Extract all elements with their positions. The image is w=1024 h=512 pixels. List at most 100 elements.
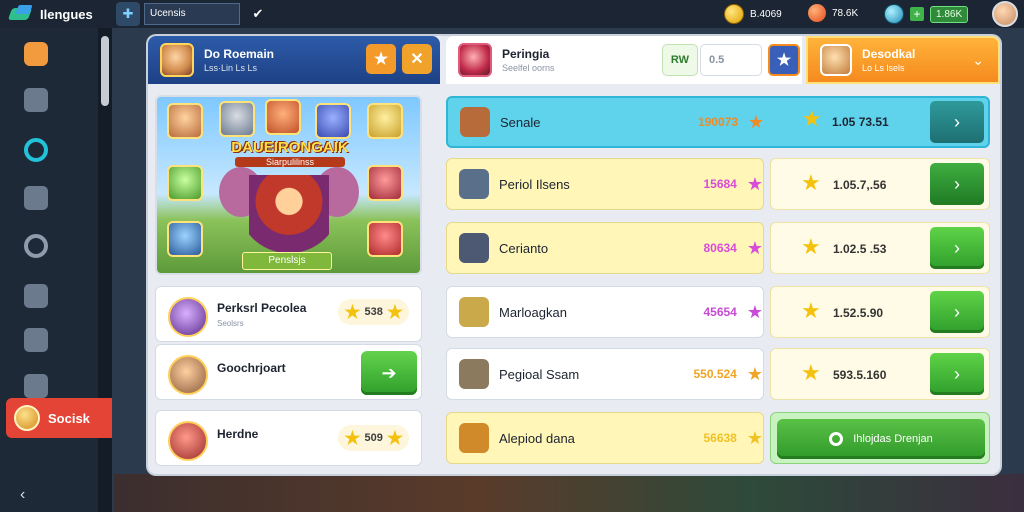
row-name: Marloagkan	[499, 304, 567, 320]
coin-icon	[724, 4, 744, 24]
user-avatar[interactable]	[992, 1, 1018, 27]
puzzle-tab-icon[interactable]: ✚	[116, 2, 140, 26]
shop-icon[interactable]	[22, 184, 50, 212]
chevron-down-icon[interactable]: ⌄	[972, 52, 984, 69]
gem-value: 78.6K	[832, 7, 859, 19]
avatar	[168, 355, 208, 395]
claim-all-button[interactable]: Ihlojdas Drenjan	[777, 419, 985, 459]
hero-face	[367, 221, 403, 257]
gear-icon[interactable]	[22, 372, 50, 400]
star-icon: ★	[748, 111, 765, 132]
go-arrow-button[interactable]: ›	[930, 353, 984, 395]
event-banner[interactable]: DAUEIRONGAIK Siarpulilinss Penslsjs	[155, 95, 422, 275]
star-icon: ★	[344, 428, 361, 448]
right-header-title: Peringia	[502, 47, 550, 61]
row-name: Senale	[500, 114, 541, 130]
star-icon: ★	[386, 302, 403, 322]
tab-avatar	[820, 44, 852, 76]
reward-star-icon: ★	[801, 234, 821, 259]
table-row[interactable]: Pegioal Ssam 550.524 ★	[446, 348, 764, 400]
reward-box: ★ 1.05.7,.56 ›	[770, 158, 990, 210]
add-orb-button[interactable]: +	[910, 7, 924, 21]
sidebar-scrollbar[interactable]	[98, 28, 112, 512]
reward-star-icon: ★	[801, 170, 821, 195]
favorite-star-icon[interactable]: ★	[768, 44, 800, 76]
list-item[interactable]: Herdne ★ 509 ★	[155, 410, 422, 466]
sidebar	[0, 28, 112, 512]
chat-icon[interactable]	[22, 326, 50, 354]
banner-subtitle: Siarpulilinss	[235, 157, 345, 167]
hero-face	[219, 101, 255, 137]
orb-counter: + 1.86K	[884, 4, 969, 24]
row-value: 190073	[697, 115, 738, 129]
star-icon: ★	[746, 173, 763, 194]
app-logo: Ilengues	[0, 5, 112, 23]
social-label: Socisk	[48, 410, 90, 426]
orb-value: 1.86K	[930, 5, 969, 23]
go-arrow-button[interactable]: ›	[930, 227, 984, 269]
list-item[interactable]: Goochrjoart ➔	[155, 344, 422, 400]
score-value: 538	[364, 306, 383, 318]
reward-value: 1.05.7,.56	[833, 178, 887, 192]
table-row[interactable]: Senale 190073 ★	[446, 96, 990, 148]
rw-button[interactable]: RW	[662, 44, 698, 76]
search-input[interactable]: Ucensis	[144, 3, 240, 25]
row-name: Alepiod dana	[499, 430, 575, 446]
table-row[interactable]: Periol Ilsens 15684 ★	[446, 158, 764, 210]
score-pill: ★ 509 ★	[338, 425, 409, 451]
reward-value: 593.5.160	[833, 368, 887, 382]
score-value: 509	[364, 432, 383, 444]
keyhole-icon[interactable]	[22, 86, 50, 114]
table-row[interactable]: Marloagkan 45654 ★	[446, 286, 764, 338]
star-icon: ★	[344, 302, 361, 322]
go-arrow-button[interactable]: ›	[930, 101, 984, 143]
reward-value: 1.52.5.90	[833, 306, 884, 320]
coin-value: B.4069	[750, 8, 782, 20]
scroll-thumb[interactable]	[101, 36, 109, 106]
coin-counter: B.4069	[724, 4, 782, 24]
close-icon[interactable]: ✕	[402, 44, 432, 74]
list-item[interactable]: Perksrl Pecolea Seolsrs ★ 538 ★	[155, 286, 422, 342]
go-arrow-button[interactable]: ➔	[361, 351, 417, 395]
logo-icon	[8, 5, 34, 23]
filter-field[interactable]: 0.5	[700, 44, 762, 76]
tab-selected[interactable]: Desodkal Lo Ls lsels ⌄	[806, 36, 1000, 84]
reward-box: ★ 593.5.160 ›	[770, 348, 990, 400]
hero-character	[249, 175, 329, 263]
go-arrow-button[interactable]: ›	[930, 291, 984, 333]
row-icon	[459, 359, 489, 389]
check-icon[interactable]: ✔	[244, 3, 272, 25]
score-pill: ★ 538 ★	[338, 299, 409, 325]
hero-face	[367, 165, 403, 201]
filter-value: 0.5	[709, 54, 725, 66]
star-icon: ★	[386, 428, 403, 448]
reward-star-icon: ★	[801, 360, 821, 385]
banner-button[interactable]: Penslsjs	[242, 252, 332, 270]
circle-icon	[829, 432, 844, 446]
banner-title: DAUEIRONGAIK	[231, 139, 349, 156]
background-scenery	[114, 474, 1024, 512]
back-arrow-icon[interactable]: ‹	[20, 486, 25, 504]
wifi-icon[interactable]	[22, 136, 50, 164]
star-icon: ★	[746, 427, 763, 448]
go-arrow-button[interactable]: ›	[930, 163, 984, 205]
ring-icon[interactable]	[22, 232, 50, 260]
camera-icon[interactable]	[22, 40, 50, 68]
row-value: 80634	[703, 241, 737, 255]
right-header-sub: Seelfel oorns	[502, 63, 555, 73]
social-button[interactable]: Socisk	[6, 398, 112, 438]
reward-box: ★ 1.02.5 .53 ›	[770, 222, 990, 274]
puzzle-icon[interactable]	[22, 282, 50, 310]
reward-star-icon: ★	[802, 106, 822, 131]
reward-value: 1.02.5 .53	[833, 242, 887, 256]
table-row[interactable]: Alepiod dana 56638 ★	[446, 412, 764, 464]
item-name: Goochrjoart	[217, 361, 286, 375]
table-row[interactable]: Cerianto 80634 ★	[446, 222, 764, 274]
row-name: Cerianto	[499, 240, 549, 256]
hero-face	[167, 165, 203, 201]
hero-face	[367, 103, 403, 139]
row-icon	[460, 107, 490, 137]
social-avatar-icon	[14, 405, 40, 431]
hero-face	[265, 99, 301, 135]
star-badge-icon[interactable]: ★	[366, 44, 396, 74]
